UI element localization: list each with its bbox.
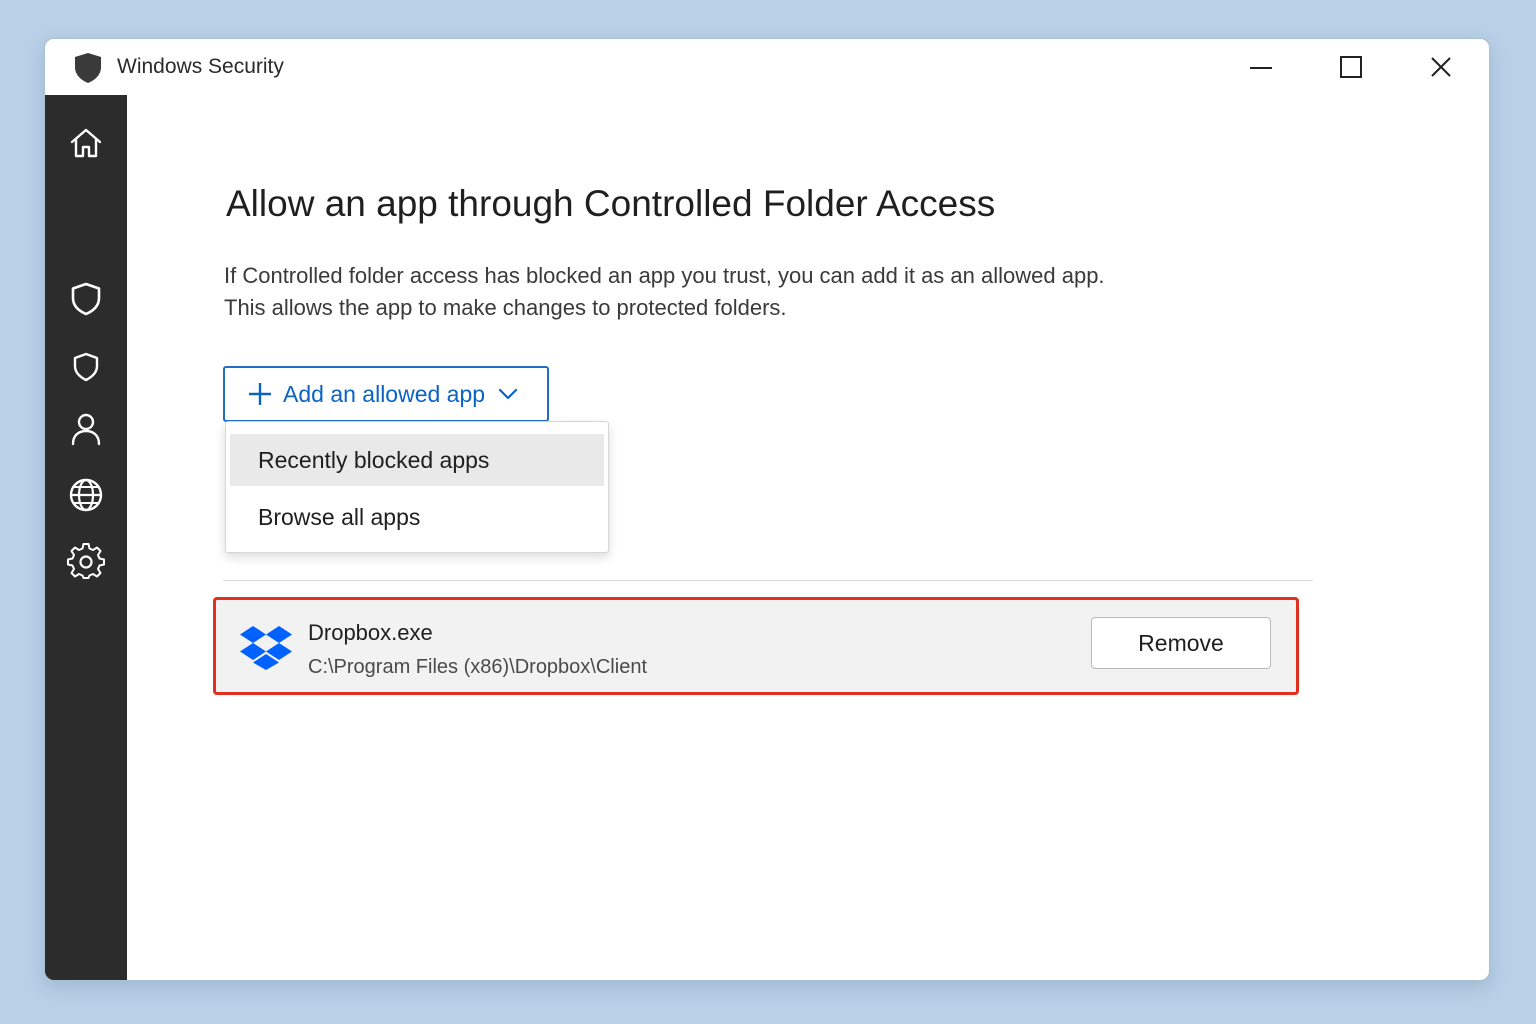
page-title: Allow an app through Controlled Folder A…: [226, 183, 996, 224]
chevron-down-icon: [498, 388, 518, 400]
shield-logo-icon: [75, 53, 101, 83]
title-bar[interactable]: Windows Security: [45, 39, 1489, 95]
add-app-dropdown-menu: Recently blocked apps Browse all apps: [225, 421, 609, 553]
plus-icon: [249, 383, 271, 405]
sidebar-item-protection-history[interactable]: [64, 345, 108, 389]
description-line-1: If Controlled folder access has blocked …: [224, 263, 1105, 288]
minimize-icon: [1250, 67, 1272, 69]
description-line-2: This allows the app to make changes to p…: [224, 295, 787, 320]
shield-icon: [71, 282, 101, 316]
close-button[interactable]: [1411, 47, 1471, 87]
allowed-app-row[interactable]: Dropbox.exe C:\Program Files (x86)\Dropb…: [213, 597, 1299, 695]
close-icon: [1431, 57, 1451, 77]
app-name: Dropbox.exe: [308, 620, 433, 645]
sidebar-item-home[interactable]: [64, 121, 108, 165]
sidebar-item-settings[interactable]: [64, 539, 108, 583]
shield-outline-icon: [73, 352, 99, 382]
sidebar-item-firewall[interactable]: [64, 473, 108, 517]
gear-icon: [67, 543, 105, 579]
page-description: If Controlled folder access has blocked …: [224, 260, 1224, 324]
remove-button[interactable]: Remove: [1091, 617, 1271, 669]
add-allowed-app-button[interactable]: Add an allowed app: [223, 366, 549, 422]
sidebar-item-account-protection[interactable]: [64, 407, 108, 451]
section-divider: [223, 580, 1313, 581]
menu-item-browse-all-apps[interactable]: Browse all apps: [230, 491, 604, 543]
sidebar-item-virus-protection[interactable]: [64, 277, 108, 321]
globe-icon: [69, 478, 103, 512]
maximize-button[interactable]: [1321, 47, 1381, 87]
main-content: Allow an app through Controlled Folder A…: [127, 95, 1489, 980]
person-icon: [71, 413, 101, 446]
minimize-button[interactable]: [1231, 47, 1291, 87]
window-title: Windows Security: [117, 55, 284, 78]
home-icon: [70, 128, 102, 158]
windows-security-window: Windows Security Allow an app through Co…: [44, 38, 1490, 981]
sidebar: [45, 95, 127, 980]
menu-item-recently-blocked-apps[interactable]: Recently blocked apps: [230, 434, 604, 486]
add-allowed-app-label: Add an allowed app: [283, 380, 486, 407]
maximize-icon: [1340, 56, 1362, 78]
dropbox-icon: [240, 626, 292, 670]
app-path: C:\Program Files (x86)\Dropbox\Client: [308, 656, 647, 678]
